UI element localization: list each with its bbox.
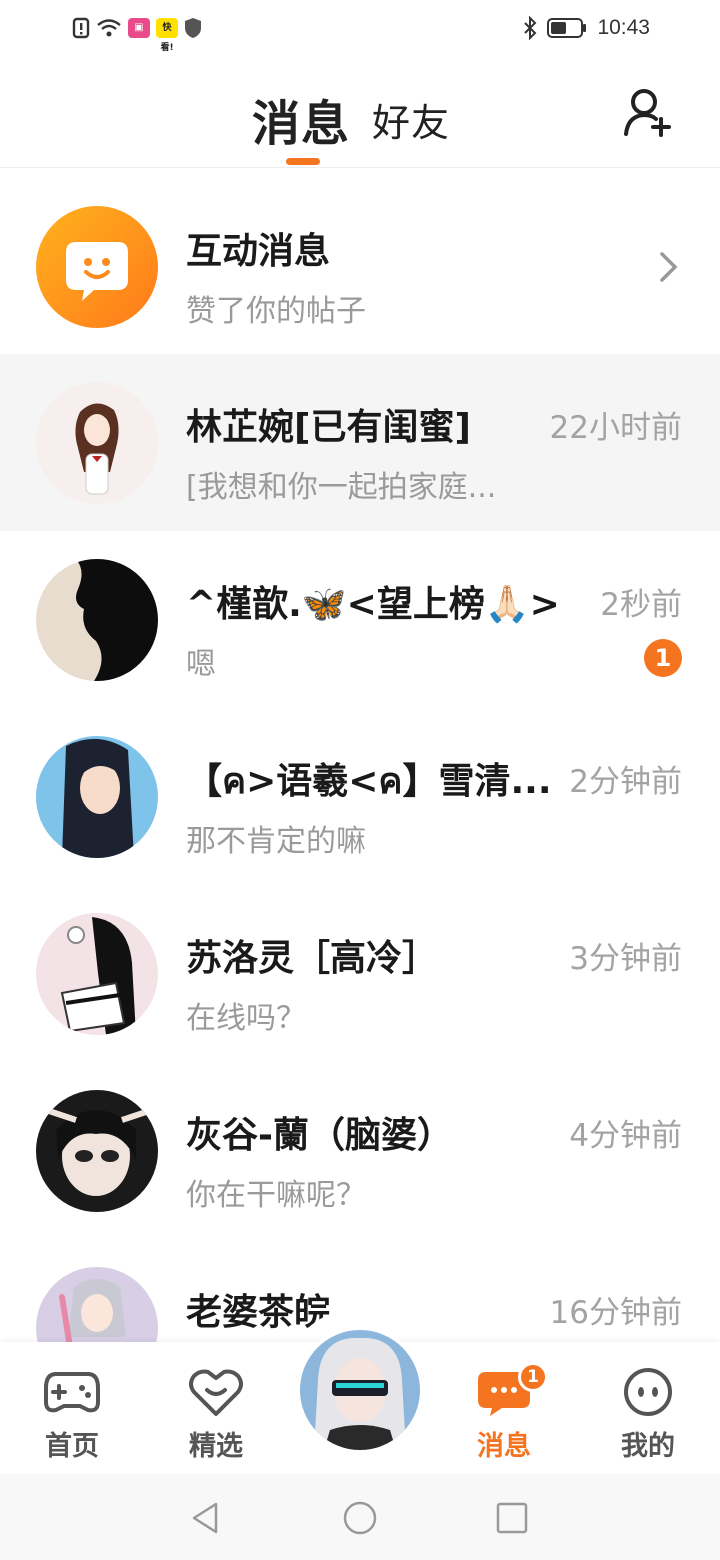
item-preview: 在线吗？ [186, 1001, 306, 1036]
item-time: 3分钟前 [569, 941, 682, 977]
list-item[interactable]: ^槿歆.🦋<望上榜🙏🏻> 嗯 2秒前 1 [0, 531, 720, 708]
active-tab-indicator [286, 158, 320, 165]
bluetooth-icon [524, 16, 537, 40]
nav-label: 我的 [621, 1431, 675, 1462]
clock: 10:43 [597, 16, 650, 39]
top-header: 消息 好友 [0, 56, 720, 168]
item-preview: 赞了你的帖子 [186, 294, 366, 329]
status-right-icons: 10:43 [523, 14, 650, 42]
home-icon[interactable] [342, 1500, 378, 1536]
nav-home[interactable]: 首页 [0, 1342, 144, 1474]
item-preview: 那不肯定的嘛 [186, 824, 366, 859]
avatar [36, 382, 158, 504]
tab-friends[interactable]: 好友 [372, 92, 450, 147]
item-name: 灰谷-蘭（脑婆） [186, 1115, 453, 1156]
item-time: 2秒前 [600, 587, 682, 623]
app-chip-icon: ▣ [128, 18, 150, 38]
list-item-interactions[interactable]: 互动消息 赞了你的帖子 [0, 178, 720, 354]
face-icon [624, 1368, 672, 1416]
item-name: 林芷婉[已有闺蜜] [186, 407, 471, 448]
nav-label: 首页 [45, 1431, 99, 1462]
unread-badge: 1 [644, 639, 682, 677]
battery-icon [547, 18, 587, 38]
avatar-center[interactable] [296, 1326, 424, 1454]
gamepad-icon [44, 1372, 100, 1413]
item-time: 2分钟前 [569, 764, 682, 800]
nav-messages[interactable]: 1 消息 [432, 1342, 576, 1474]
item-name: 【ค>语羲<ค】雪清... [186, 761, 552, 802]
item-preview: 你在干嘛呢？ [186, 1178, 366, 1213]
chat-bubble-smile-icon [36, 206, 158, 328]
message-list: 互动消息 赞了你的帖子 林芷婉[已有闺蜜] [我想和你一起拍家庭... 22小时… [0, 178, 720, 1416]
wifi-icon [97, 19, 121, 37]
item-preview: [我想和你一起拍家庭... [186, 470, 497, 505]
nav-label: 消息 [477, 1431, 531, 1462]
back-icon[interactable] [188, 1500, 224, 1536]
kuaikan-icon: 快看! [156, 18, 178, 53]
list-item[interactable]: 苏洛灵［高冷］ 在线吗？ 3分钟前 [0, 885, 720, 1062]
list-item[interactable]: 【ค>语羲<ค】雪清... 那不肯定的嘛 2分钟前 [0, 708, 720, 885]
tab-messages[interactable]: 消息 [252, 84, 350, 154]
nav-featured[interactable]: 精选 [144, 1342, 288, 1474]
status-left-icons: ▣ 快看! [72, 16, 202, 53]
item-preview: 嗯 [186, 647, 216, 682]
avatar [36, 913, 158, 1035]
item-time: 22小时前 [549, 410, 682, 446]
nav-profile[interactable]: 我的 [576, 1342, 720, 1474]
recents-icon[interactable] [494, 1500, 530, 1536]
chevron-right-icon [660, 252, 678, 282]
system-nav-bar [0, 1474, 720, 1560]
avatar [36, 1090, 158, 1212]
item-time: 4分钟前 [569, 1118, 682, 1154]
item-name: 苏洛灵［高冷］ [186, 938, 439, 979]
status-bar: ▣ 快看! 10:43 [0, 0, 720, 56]
item-name: ^槿歆.🦋<望上榜🙏🏻> [186, 584, 560, 625]
item-name: 互动消息 [186, 231, 331, 272]
shield-icon [185, 18, 201, 38]
nav-label: 精选 [189, 1431, 243, 1462]
list-item[interactable]: 林芷婉[已有闺蜜] [我想和你一起拍家庭... 22小时前 [0, 354, 720, 531]
avatar [36, 559, 158, 681]
avatar [36, 736, 158, 858]
item-time: 16分钟前 [549, 1295, 682, 1331]
add-user-icon[interactable] [622, 86, 672, 138]
heart-chat-icon [189, 1369, 243, 1416]
alert-icon [72, 17, 90, 39]
list-item[interactable]: 灰谷-蘭（脑婆） 你在干嘛呢？ 4分钟前 [0, 1062, 720, 1239]
nav-unread-badge: 1 [518, 1362, 548, 1392]
